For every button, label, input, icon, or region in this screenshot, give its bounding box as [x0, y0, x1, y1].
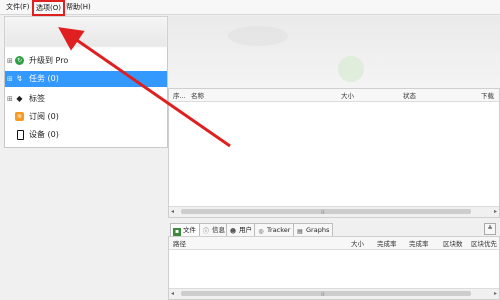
menu-bar: 文件(F) 选项(O) 帮助(H) — [0, 0, 500, 16]
sidebar-item-label: 任务 (0) — [29, 74, 59, 83]
scroll-left-icon[interactable]: ◂ — [171, 208, 174, 215]
menu-options[interactable]: 选项(O) — [32, 0, 65, 16]
tasks-icon: ↯ — [16, 74, 23, 83]
rss-icon: ≋ — [15, 112, 24, 121]
graphs-icon: ▤ — [297, 228, 303, 235]
scroll-right-icon[interactable]: ▸ — [494, 208, 497, 215]
horizontal-scrollbar[interactable]: ◂ ⁞⁞ ▸ — [169, 206, 499, 217]
files-list[interactable]: 路径 大小 完成率 完成率 区块数 区块优先 ◂ ⁞⁞ ▸ — [168, 236, 500, 300]
column-status[interactable]: 状态 — [403, 90, 416, 100]
column-done-percent[interactable]: 完成率 — [409, 238, 429, 248]
tab-label: 文件 — [183, 226, 196, 234]
banner-blob — [338, 56, 364, 82]
column-size[interactable]: 大小 — [351, 238, 364, 248]
tab-info[interactable]: ⓘ 信息 — [199, 223, 229, 237]
sidebar-banner — [5, 17, 167, 47]
chevron-down-icon: ≚ — [487, 225, 493, 232]
scroll-thumb[interactable]: ⁞⁞ — [181, 209, 471, 216]
banner-blob — [228, 26, 288, 46]
collapse-panel-button[interactable]: ≚ — [484, 223, 496, 235]
sidebar-item-labels[interactable]: ⊞ ◆ 标签 — [5, 91, 167, 107]
tag-icon: ◆ — [16, 94, 23, 103]
main-banner — [168, 16, 500, 88]
column-pieces[interactable]: 区块数 — [443, 238, 463, 248]
folder-icon: ▪ — [173, 228, 181, 236]
grip-icon: ⁞⁞ — [321, 291, 325, 298]
column-priority[interactable]: 区块优先 — [471, 238, 497, 248]
scroll-right-icon[interactable]: ▸ — [494, 290, 497, 297]
tab-label: 用户 — [239, 226, 252, 234]
tab-tracker[interactable]: ◎ Tracker — [254, 223, 295, 237]
tab-files[interactable]: ▪ 文件 — [170, 223, 200, 237]
torrent-list[interactable]: 序... 名称 大小 状态 下载 ◂ ⁞⁞ ▸ — [168, 88, 500, 218]
expand-icon[interactable]: ⊞ — [7, 53, 13, 69]
torrent-list-header: 序... 名称 大小 状态 下载 — [169, 89, 499, 102]
device-icon — [17, 130, 24, 140]
sidebar-item-label: 订阅 (0) — [29, 112, 59, 121]
tab-label: Graphs — [306, 226, 330, 234]
info-icon: ⓘ — [202, 228, 209, 235]
column-name[interactable]: 名称 — [191, 90, 204, 100]
sidebar-item-label: 设备 (0) — [29, 130, 59, 139]
menu-help[interactable]: 帮助(H) — [64, 2, 93, 12]
sidebar-item-tasks[interactable]: ⊞ ↯ 任务 (0) — [5, 71, 167, 87]
tracker-icon: ◎ — [258, 228, 264, 235]
sidebar: ⊞ ↻ 升级到 Pro ⊞ ↯ 任务 (0) ⊞ ◆ 标签 ≋ 订阅 (0) 设… — [4, 16, 168, 148]
upgrade-icon: ↻ — [15, 56, 24, 65]
column-number[interactable]: 序... — [173, 90, 186, 100]
tab-label: Tracker — [267, 226, 291, 234]
tab-label: 信息 — [212, 226, 225, 234]
sidebar-item-feeds[interactable]: ≋ 订阅 (0) — [5, 109, 167, 125]
expand-icon[interactable]: ⊞ — [7, 91, 13, 107]
tab-peers[interactable]: ☻ 用户 — [226, 223, 256, 237]
column-done[interactable]: 完成率 — [377, 238, 397, 248]
sidebar-item-label: 升级到 Pro — [29, 56, 69, 65]
tab-graphs[interactable]: ▤ Graphs — [293, 223, 334, 237]
column-download[interactable]: 下载 — [481, 90, 494, 100]
files-list-header: 路径 大小 完成率 完成率 区块数 区块优先 — [169, 237, 499, 250]
sidebar-item-label: 标签 — [29, 94, 45, 103]
scroll-left-icon[interactable]: ◂ — [171, 290, 174, 297]
expand-icon[interactable]: ⊞ — [7, 71, 13, 87]
details-tabbar: ▪ 文件 ⓘ 信息 ☻ 用户 ◎ Tracker ▤ Graphs ≚ — [168, 222, 500, 237]
menu-file[interactable]: 文件(F) — [4, 2, 32, 12]
scroll-thumb[interactable]: ⁞⁞ — [181, 291, 471, 298]
grip-icon: ⁞⁞ — [321, 209, 325, 216]
peers-icon: ☻ — [229, 228, 237, 235]
horizontal-scrollbar[interactable]: ◂ ⁞⁞ ▸ — [169, 288, 499, 299]
column-size[interactable]: 大小 — [341, 90, 354, 100]
sidebar-item-upgrade[interactable]: ⊞ ↻ 升级到 Pro — [5, 53, 167, 69]
sidebar-item-devices[interactable]: 设备 (0) — [5, 127, 167, 143]
column-path[interactable]: 路径 — [173, 238, 186, 248]
